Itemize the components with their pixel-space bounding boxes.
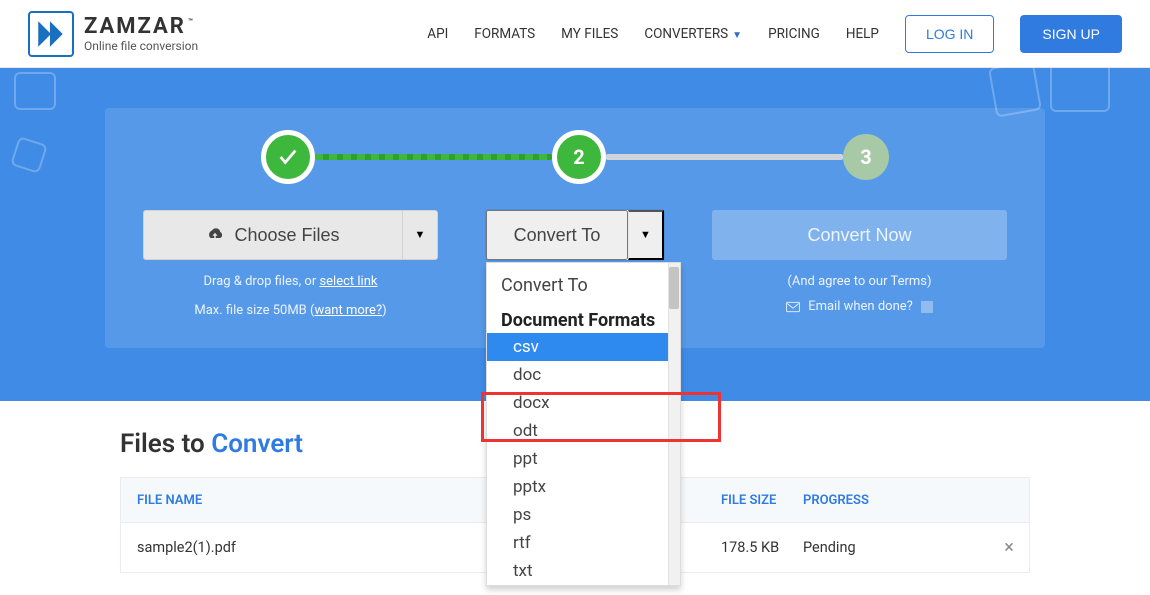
- convert-to-dropdown-toggle[interactable]: ▼: [628, 210, 664, 260]
- chevron-down-icon: ▼: [732, 30, 742, 41]
- format-option-pptx[interactable]: pptx: [487, 473, 680, 501]
- logo[interactable]: ZAMZAR™ Online file conversion: [28, 11, 198, 57]
- chevron-down-icon: ▼: [415, 229, 426, 241]
- convert-to-ctl: Convert To ▼ Convert To Document Formats…: [486, 210, 664, 318]
- mail-icon: [786, 301, 800, 313]
- file-size: 178.5 KB: [721, 539, 803, 556]
- format-option-odt[interactable]: odt: [487, 417, 680, 445]
- format-option-rtf[interactable]: rtf: [487, 529, 680, 557]
- scrollbar[interactable]: [668, 263, 680, 585]
- step-1-complete: [261, 130, 315, 184]
- step-2-active: 2: [552, 130, 606, 184]
- choose-max: Max. file size 50MB (want more?): [143, 303, 438, 318]
- topbar: ZAMZAR™ Online file conversion API FORMA…: [0, 0, 1150, 68]
- email-label: Email when done?: [808, 299, 913, 314]
- nav-pricing[interactable]: PRICING: [768, 26, 820, 42]
- format-option-txt[interactable]: txt: [487, 557, 680, 585]
- controls-row: Choose Files ▼ Drag & drop files, or sel…: [143, 210, 1007, 318]
- connector: [606, 154, 843, 160]
- decoration: [1050, 62, 1110, 112]
- signup-button[interactable]: SIGN UP: [1020, 15, 1122, 53]
- login-button[interactable]: LOG IN: [905, 15, 994, 53]
- choose-files-label: Choose Files: [234, 225, 339, 246]
- convert-now-ctl: Convert Now (And agree to our Terms) Ema…: [712, 210, 1007, 318]
- convert-to-button[interactable]: Convert To: [486, 210, 628, 260]
- check-icon: [277, 146, 299, 168]
- email-checkbox[interactable]: [921, 301, 933, 313]
- format-option-csv[interactable]: csv: [487, 333, 680, 361]
- nav-converters[interactable]: CONVERTERS▼: [644, 26, 742, 42]
- select-link[interactable]: select link: [319, 274, 377, 289]
- email-when-done[interactable]: Email when done?: [712, 299, 1007, 314]
- decoration: [10, 136, 48, 174]
- chevron-down-icon: ▼: [640, 229, 651, 241]
- format-option-doc[interactable]: doc: [487, 361, 680, 389]
- format-dropdown: Convert To Document Formats csv doc docx…: [486, 262, 681, 586]
- terms-hint: (And agree to our Terms): [712, 274, 1007, 289]
- choose-files-dropdown[interactable]: ▼: [402, 210, 438, 260]
- choose-hint: Drag & drop files, or select link: [143, 274, 438, 289]
- connector: [315, 154, 552, 160]
- terms-link[interactable]: Terms: [890, 274, 927, 289]
- choose-files-ctl: Choose Files ▼ Drag & drop files, or sel…: [143, 210, 438, 318]
- steps: 2 3: [105, 130, 1045, 184]
- format-option-ppt[interactable]: ppt: [487, 445, 680, 473]
- upload-cloud-icon: [206, 227, 224, 243]
- format-option-docx[interactable]: docx: [487, 389, 680, 417]
- want-more-link[interactable]: want more?: [314, 303, 382, 318]
- nav-help[interactable]: HELP: [846, 26, 879, 42]
- col-filesize: FILE SIZE: [721, 493, 803, 508]
- col-progress: PROGRESS: [803, 493, 989, 508]
- remove-file-button[interactable]: ×: [989, 537, 1029, 558]
- nav-myfiles[interactable]: MY FILES: [561, 26, 618, 42]
- choose-files-button[interactable]: Choose Files: [143, 210, 402, 260]
- logo-name: ZAMZAR: [84, 14, 186, 39]
- nav: API FORMATS MY FILES CONVERTERS▼ PRICING…: [427, 15, 1122, 53]
- decoration: [14, 72, 56, 110]
- logo-icon: [28, 11, 74, 57]
- step-3-pending: 3: [843, 134, 889, 180]
- logo-tagline: Online file conversion: [84, 40, 198, 52]
- nav-formats[interactable]: FORMATS: [474, 26, 535, 42]
- file-progress: Pending: [803, 539, 989, 556]
- dropdown-title: Convert To: [487, 271, 680, 310]
- nav-api[interactable]: API: [427, 26, 448, 42]
- logo-text: ZAMZAR™ Online file conversion: [84, 16, 198, 52]
- format-option-ps[interactable]: ps: [487, 501, 680, 529]
- dropdown-group-title: Document Formats: [487, 310, 680, 333]
- hero: 2 3 Choose Files ▼ Drag & drop files, or…: [0, 68, 1150, 401]
- convert-now-button[interactable]: Convert Now: [712, 210, 1007, 260]
- converter-panel: 2 3 Choose Files ▼ Drag & drop files, or…: [105, 108, 1045, 348]
